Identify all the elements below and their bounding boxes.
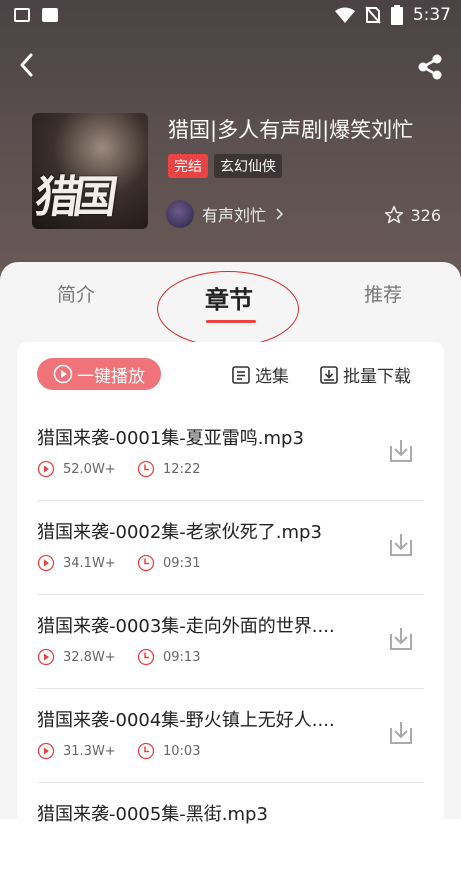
play-count: 34.1W+ (63, 555, 116, 571)
avatar (166, 200, 194, 228)
batch-download-label: 批量下载 (343, 367, 411, 387)
batch-download-button[interactable]: 批量下载 (319, 362, 411, 387)
wifi-icon (334, 7, 355, 23)
share-button[interactable] (415, 52, 445, 82)
play-count-icon (37, 648, 55, 666)
episode-item[interactable]: 猎国来袭-0001集-夏亚雷鸣.mp3 52.0W+ 12:22 (37, 406, 424, 501)
back-button[interactable] (14, 50, 44, 86)
download-episode-icon[interactable] (386, 624, 416, 654)
clock-icon (137, 554, 155, 572)
episode-item[interactable]: 猎国来袭-0003集-走向外面的世界.... 32.8W+ 09:13 (37, 594, 424, 689)
episode-item[interactable]: 猎国来袭-0002集-老家伙死了.mp3 34.1W+ 09:31 (37, 500, 424, 595)
content-sheet: 简介 章节 推荐 一键播放 选集 批量下载 猎国来袭-0001集-夏亚雷鸣.mp… (0, 262, 461, 825)
clock-icon (137, 742, 155, 760)
play-count: 31.3W+ (63, 743, 116, 759)
star-icon (385, 205, 404, 224)
clock-icon (137, 460, 155, 478)
book-title: 猎国|多人有声剧|爆笑刘忙 (168, 118, 414, 142)
episode-title: 猎国来袭-0002集-老家伙死了.mp3 (37, 522, 322, 543)
book-header: 5:37 猎国 猎国|多人有声剧|爆笑刘忙 完结 玄幻仙侠 有声刘忙 326 (0, 0, 461, 290)
clock-icon (137, 648, 155, 666)
list-icon (232, 365, 250, 384)
play-count-icon (37, 460, 55, 478)
status-time: 5:37 (412, 5, 451, 25)
episode-title: 猎国来袭-0004集-野火镇上无好人.... (37, 710, 335, 731)
author-name: 有声刘忙 (202, 206, 267, 225)
download-icon (320, 365, 338, 384)
play-count: 32.8W+ (63, 649, 116, 665)
download-episode-icon[interactable] (386, 436, 416, 466)
download-episode-icon[interactable] (386, 530, 416, 560)
duration: 12:22 (163, 461, 201, 477)
tab-recommend[interactable]: 推荐 (364, 280, 402, 307)
select-label: 选集 (255, 367, 289, 387)
favorite-button[interactable]: 326 (384, 205, 441, 225)
app-notification-icon (42, 8, 58, 22)
cover-title-art: 猎国 (32, 172, 115, 223)
episode-title: 猎国来袭-0003集-走向外面的世界.... (37, 616, 335, 637)
download-episode-icon[interactable] (386, 718, 416, 748)
no-sim-icon (365, 6, 381, 24)
gallery-notification-icon (14, 8, 30, 22)
play-count: 52.0W+ (63, 461, 116, 477)
author-link[interactable]: 有声刘忙 (166, 200, 284, 228)
status-bar: 5:37 (0, 0, 461, 32)
battery-icon (390, 5, 403, 25)
play-all-button[interactable]: 一键播放 (37, 358, 161, 390)
play-circle-icon (53, 364, 73, 384)
play-count-icon (37, 742, 55, 760)
share-icon (418, 54, 442, 80)
chevron-right-icon (276, 208, 284, 220)
episode-title: 猎国来袭-0001集-夏亚雷鸣.mp3 (37, 428, 304, 449)
episode-card: 一键播放 选集 批量下载 猎国来袭-0001集-夏亚雷鸣.mp3 52.0W+ … (17, 342, 444, 825)
play-all-label: 一键播放 (77, 366, 145, 387)
play-count-icon (37, 554, 55, 572)
tab-bar: 简介 章节 推荐 (0, 262, 461, 347)
episode-item[interactable]: 猎国来袭-0004集-野火镇上无好人.... 31.3W+ 10:03 (37, 688, 424, 783)
annotation-circle (157, 271, 299, 347)
favorite-count: 326 (410, 205, 441, 225)
select-episodes-button[interactable]: 选集 (231, 362, 289, 387)
episode-item[interactable]: 猎国来袭-0005集-黑街.mp3 (37, 782, 424, 876)
tab-intro[interactable]: 简介 (57, 280, 95, 307)
genre-tag[interactable]: 玄幻仙侠 (214, 154, 282, 178)
book-cover[interactable]: 猎国 (32, 113, 148, 229)
duration: 09:31 (163, 555, 201, 571)
episode-title: 猎国来袭-0005集-黑街.mp3 (37, 804, 268, 825)
duration: 09:13 (163, 649, 201, 665)
chevron-left-icon (20, 53, 33, 77)
duration: 10:03 (163, 743, 201, 759)
status-tag: 完结 (168, 154, 208, 178)
